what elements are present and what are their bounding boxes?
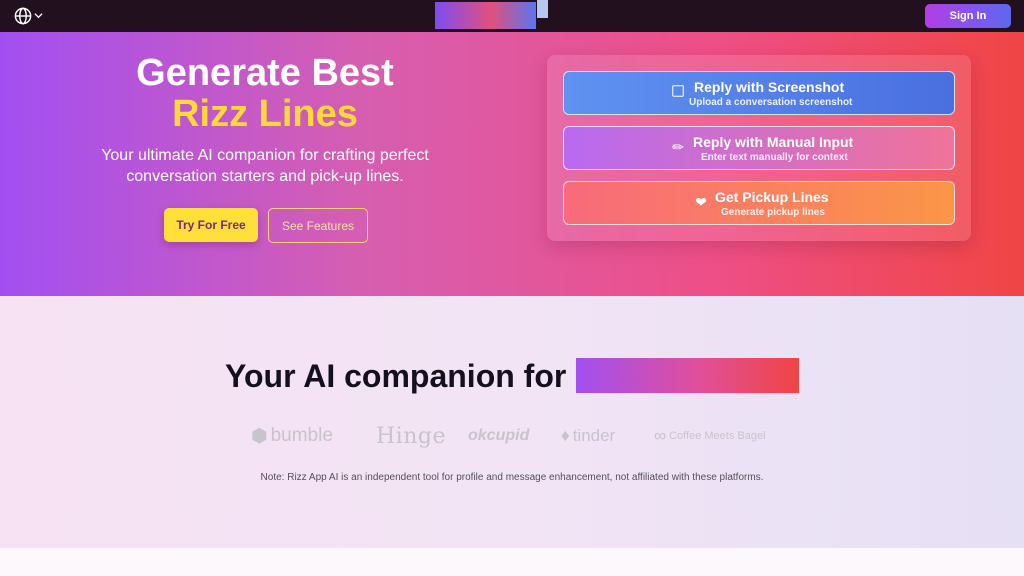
globe-icon[interactable] [14,7,32,25]
try-for-free-button[interactable]: Try For Free [164,208,258,242]
hero-section: Generate Best Rizz Lines Your ultimate A… [0,32,1024,296]
tinder-logo-text: tinder [572,426,616,445]
nav-banner-image [435,2,536,29]
okcupid-logo-text: okcupid [468,427,530,444]
option-desc: Upload a conversation screenshot [689,97,853,108]
platform-logos: ⬢ bumble Hinge okcupid ♦ tinder ∞ Coffee… [0,422,1024,450]
bumble-logo-text: bumble [270,425,333,446]
hero-title-line2: Rizz Lines [172,93,358,135]
option-title: Get Pickup Lines [715,189,829,205]
options-panel: Reply with Screenshot Upload a conversat… [547,55,971,241]
companion-section: Your AI companion for ⬢ bumble Hinge okc… [0,296,1024,548]
next-section [0,548,1024,576]
nav-banner-tab [537,0,548,18]
reply-screenshot-option[interactable]: Reply with Screenshot Upload a conversat… [563,71,955,115]
hinge-logo-text: Hinge [376,423,446,449]
hero-title: Generate Best Rizz Lines [80,53,450,135]
top-nav: Sign In [0,0,1024,32]
cmb-logo-text: Coffee Meets Bagel [669,430,766,442]
bumble-logo: ⬢ bumble [251,422,333,450]
tinder-logo: ♦ tinder [561,422,615,450]
link-icon: ∞ [654,426,667,445]
reply-manual-input-option[interactable]: ✏ Reply with Manual Input Enter text man… [563,126,955,170]
disclaimer-note: Note: Rizz App AI is an independent tool… [260,472,764,483]
companion-heading: Your AI companion for [225,358,567,394]
flame-icon: ♦ [561,426,570,445]
chevron-down-icon[interactable] [34,11,43,20]
hero-title-line1: Generate Best [136,52,394,94]
option-title: Reply with Screenshot [694,79,845,95]
coffee-meets-bagel-logo: ∞ Coffee Meets Bagel [654,422,766,450]
option-desc: Generate pickup lines [721,207,825,218]
option-desc: Enter text manually for context [701,152,848,163]
rotating-word-banner [576,358,799,393]
option-title: Reply with Manual Input [693,134,854,150]
hexagon-icon: ⬢ [251,425,268,447]
see-features-button[interactable]: See Features [268,208,368,243]
hinge-logo: Hinge [376,422,446,450]
get-pickup-lines-option[interactable]: ❤ Get Pickup Lines Generate pickup lines [563,181,955,225]
hero-subtitle: Your ultimate AI companion for crafting … [101,147,429,185]
okcupid-logo: okcupid [468,422,529,450]
sign-in-button[interactable]: Sign In [925,4,1011,28]
